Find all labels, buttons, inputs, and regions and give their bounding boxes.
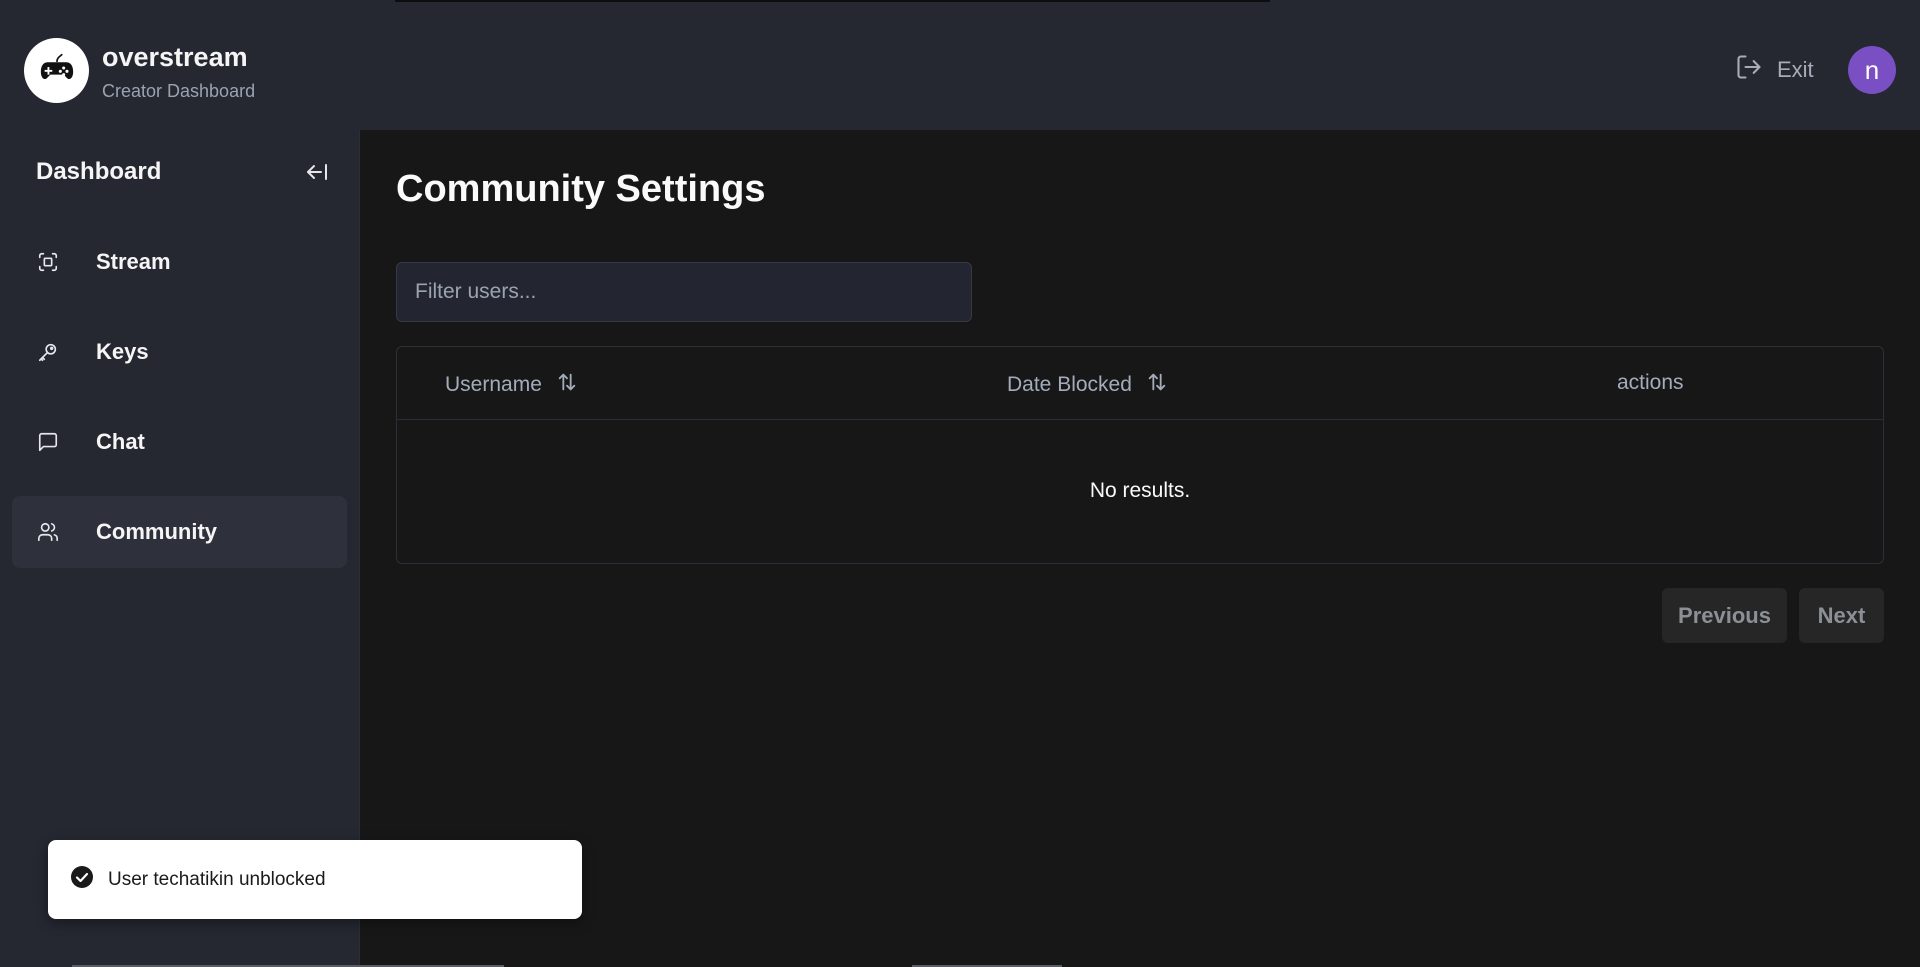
next-page-button[interactable]: Next — [1799, 588, 1884, 643]
exit-icon — [1735, 53, 1763, 87]
chat-icon — [36, 430, 60, 454]
sidebar-item-label: Chat — [96, 429, 145, 454]
column-header-label: Date Blocked — [1007, 373, 1132, 396]
top-bar: overstream Creator Dashboard Exit n — [0, 0, 1920, 130]
sidebar-item-community[interactable]: Community — [12, 496, 347, 568]
sidebar-item-label: Keys — [96, 339, 149, 364]
sidebar-item-label: Stream — [96, 249, 171, 274]
column-header-actions: actions — [1617, 371, 1684, 395]
column-header-label: Username — [445, 373, 542, 396]
filter-users-input[interactable] — [396, 262, 972, 322]
blocked-users-table: Username Date Blocked actions No results… — [396, 346, 1884, 564]
sidebar-title: Dashboard — [36, 158, 162, 185]
scan-icon — [36, 250, 60, 274]
collapse-left-icon — [305, 160, 329, 189]
brand-name: overstream — [102, 42, 248, 72]
avatar[interactable]: n — [1848, 46, 1896, 94]
top-strip — [395, 0, 1270, 2]
exit-label: Exit — [1777, 57, 1814, 82]
brand-subtitle: Creator Dashboard — [102, 81, 256, 101]
toast-message: User techatikin unblocked — [108, 868, 326, 890]
sidebar-item-label: Community — [96, 519, 217, 544]
previous-page-button[interactable]: Previous — [1662, 588, 1787, 643]
key-icon — [36, 340, 60, 364]
collapse-sidebar-button[interactable] — [303, 160, 331, 188]
sort-arrows-icon — [556, 371, 578, 399]
empty-results-message: No results. — [1089, 479, 1191, 502]
page-title: Community Settings — [396, 168, 766, 210]
users-icon — [36, 520, 60, 544]
column-header-label: actions — [1617, 371, 1684, 394]
sort-arrows-icon — [1146, 371, 1168, 399]
column-header-date-blocked[interactable]: Date Blocked — [1007, 371, 1168, 399]
check-circle-icon — [70, 865, 94, 894]
sidebar-item-chat[interactable]: Chat — [12, 406, 347, 478]
gamepad-icon — [38, 49, 76, 92]
brand-logo[interactable] — [24, 38, 89, 103]
exit-button[interactable]: Exit — [1735, 50, 1814, 90]
column-header-username[interactable]: Username — [445, 371, 578, 399]
sidebar-item-keys[interactable]: Keys — [12, 316, 347, 388]
table-header: Username Date Blocked actions — [397, 347, 1883, 420]
sidebar-item-stream[interactable]: Stream — [12, 226, 347, 298]
toast-notification: User techatikin unblocked — [48, 840, 582, 919]
